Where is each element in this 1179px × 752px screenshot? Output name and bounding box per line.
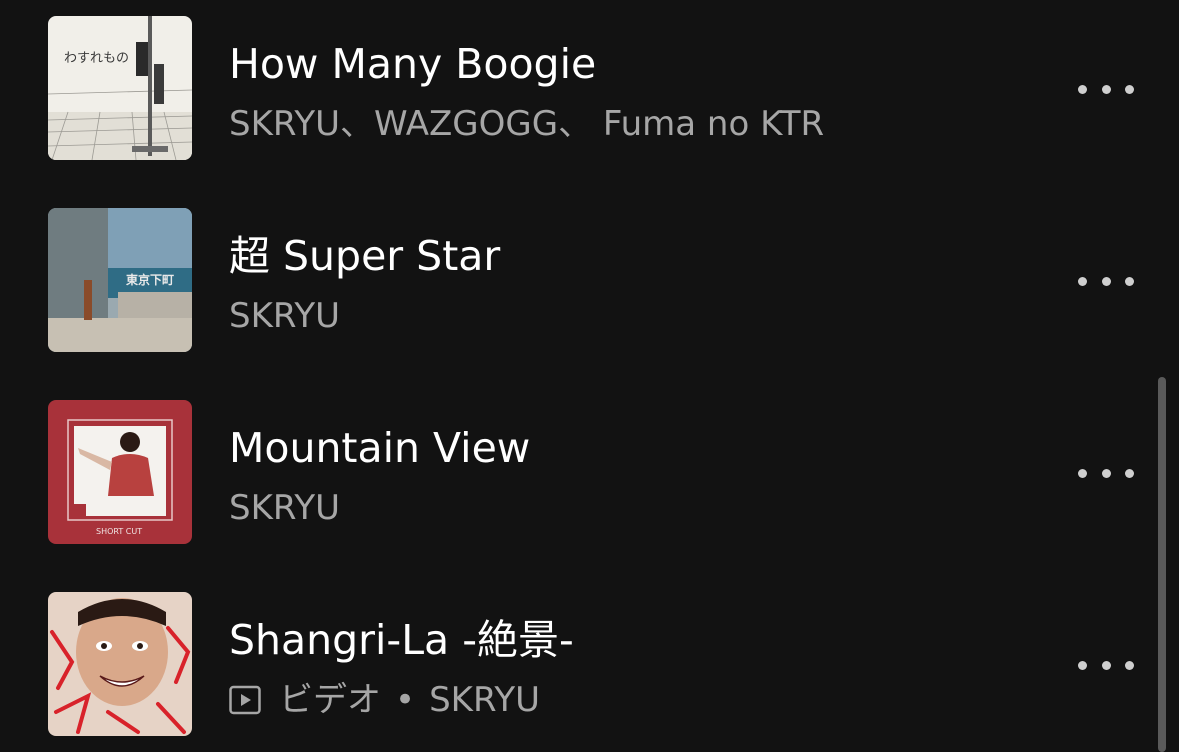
- artists-text: SKRYU、WAZGOGG、 Fuma no KTR: [229, 104, 825, 144]
- track-artists: SKRYU、WAZGOGG、 Fuma no KTR: [229, 100, 824, 148]
- track-title: How Many Boogie: [229, 40, 597, 88]
- album-art-how-many-boogie: わすれもの: [48, 16, 192, 160]
- track-row-shangri-la[interactable]: Shangri-La -絶景- ビデオ • SKRYU: [0, 592, 1150, 738]
- track-title: 超 Super Star: [229, 232, 501, 280]
- album-art-text: わすれもの: [64, 51, 129, 66]
- artists-text: SKRYU: [229, 488, 340, 528]
- track-row-how-many-boogie[interactable]: わすれもの How Many Boogie SKRYU、WAZGOGG、 Fum…: [0, 16, 1150, 162]
- more-horizontal-icon[interactable]: [1078, 264, 1134, 298]
- scrollbar[interactable]: [1158, 377, 1166, 752]
- artists-text: SKRYU: [429, 680, 541, 720]
- album-art-text: 東京下町: [126, 272, 174, 287]
- album-art-text: SHORT CUT: [96, 527, 142, 536]
- video-icon: [229, 685, 261, 715]
- track-artists: SKRYU: [229, 484, 340, 532]
- more-horizontal-icon[interactable]: [1078, 72, 1134, 106]
- more-horizontal-icon[interactable]: [1078, 456, 1134, 490]
- track-title: Mountain View: [229, 424, 531, 472]
- track-meta: ビデオ • SKRYU: [229, 676, 540, 724]
- album-art-super-star: 東京下町: [48, 208, 192, 352]
- artists-text: SKRYU: [229, 296, 340, 336]
- album-art-shangri-la: [48, 592, 192, 736]
- track-row-super-star[interactable]: 東京下町 超 Super Star SKRYU: [0, 208, 1150, 354]
- type-label: ビデオ: [279, 680, 381, 720]
- track-row-mountain-view[interactable]: SHORT CUT Mountain View SKRYU: [0, 400, 1150, 546]
- track-title: Shangri-La -絶景-: [229, 616, 574, 664]
- separator: •: [395, 680, 416, 720]
- track-artists: SKRYU: [229, 292, 340, 340]
- track-list: わすれもの How Many Boogie SKRYU、WAZGOGG、 Fum…: [0, 0, 1179, 752]
- album-art-mountain-view: SHORT CUT: [48, 400, 192, 544]
- more-horizontal-icon[interactable]: [1078, 648, 1134, 682]
